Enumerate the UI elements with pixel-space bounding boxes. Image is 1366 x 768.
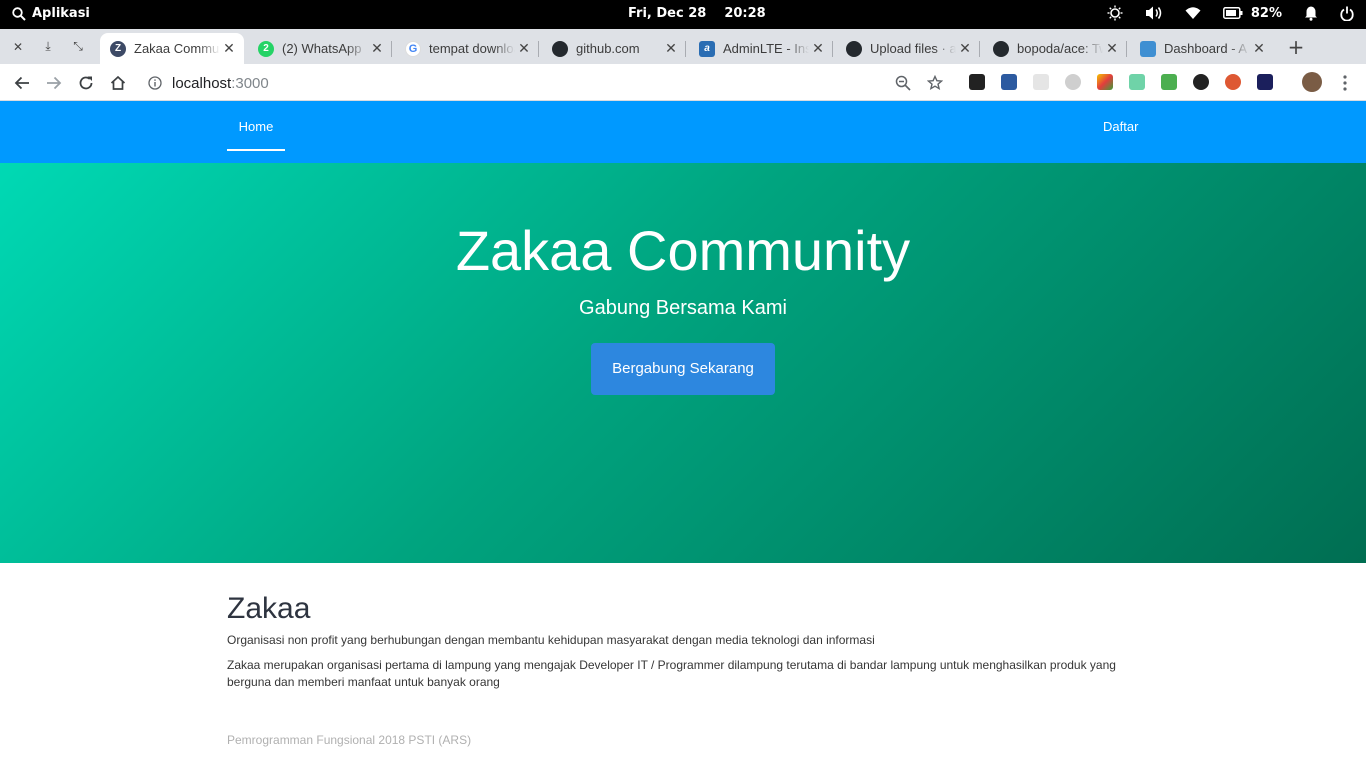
tab-close-icon[interactable]: ✕ xyxy=(956,40,974,57)
nav-home-link[interactable]: Home xyxy=(227,101,285,151)
join-now-button[interactable]: Bergabung Sekarang xyxy=(591,343,775,395)
browser-tab-google[interactable]: G tempat download ✕ xyxy=(395,33,539,64)
window-minimize-icon[interactable]: ⤓ xyxy=(33,29,63,64)
new-tab-button[interactable]: + xyxy=(1284,29,1308,64)
system-tray[interactable]: 82% xyxy=(1107,5,1354,21)
hero-subtitle: Gabung Bersama Kami xyxy=(579,297,787,319)
tab-close-icon[interactable]: ✕ xyxy=(515,40,533,57)
forward-arrow-icon xyxy=(47,76,62,90)
battery-percent: 82% xyxy=(1250,5,1282,21)
notification-bell-icon xyxy=(1305,6,1317,21)
extension-1-icon[interactable] xyxy=(969,74,985,90)
battery-icon xyxy=(1222,7,1243,19)
back-button[interactable] xyxy=(8,69,36,97)
url-port: :3000 xyxy=(231,74,269,92)
hero-section: Zakaa Community Gabung Bersama Kami Berg… xyxy=(0,163,1366,563)
night-light-icon xyxy=(1107,5,1123,21)
browser-tab-strip: ✕ ⤓ ⤡ Z Zakaa Community ✕ 2 (2) WhatsApp… xyxy=(0,29,1366,64)
wifi-icon xyxy=(1185,7,1201,19)
tab-title: Zakaa Community xyxy=(134,41,220,56)
github-favicon-icon xyxy=(846,40,862,57)
back-arrow-icon xyxy=(14,76,29,90)
browser-menu-button[interactable] xyxy=(1331,69,1359,97)
home-icon xyxy=(110,75,126,90)
battery-indicator: 82% xyxy=(1222,5,1282,21)
tab-title: bopoda/ace: Tw xyxy=(1017,41,1103,56)
tab-close-icon[interactable]: ✕ xyxy=(368,40,386,57)
tab-close-icon[interactable]: ✕ xyxy=(1250,40,1268,57)
about-paragraph-1: Organisasi non profit yang berhubungan d… xyxy=(227,633,875,647)
extension-5-icon[interactable] xyxy=(1097,74,1113,90)
window-close-icon[interactable]: ✕ xyxy=(3,29,33,64)
extension-2-icon[interactable] xyxy=(1001,74,1017,90)
tab-title: Dashboard - A xyxy=(1164,41,1248,56)
browser-tab-whatsapp[interactable]: 2 (2) WhatsApp ✕ xyxy=(248,33,392,64)
tab-title: (2) WhatsApp xyxy=(282,41,362,56)
tab-title: AdminLTE - Ins xyxy=(723,41,809,56)
forward-button[interactable] xyxy=(40,69,68,97)
tab-close-icon[interactable]: ✕ xyxy=(662,40,680,57)
clock[interactable]: Fri, Dec 28 20:28 xyxy=(628,6,766,21)
extension-8-icon[interactable] xyxy=(1193,74,1209,90)
volume-icon xyxy=(1145,6,1162,20)
reload-icon xyxy=(79,76,93,90)
site-navbar: Home Daftar xyxy=(0,101,1366,163)
browser-tab-upload-files[interactable]: Upload files · a ✕ xyxy=(836,33,980,64)
google-favicon-icon: G xyxy=(405,40,421,57)
tab-title: tempat download xyxy=(429,41,515,56)
home-button[interactable] xyxy=(104,69,132,97)
bookmark-button[interactable] xyxy=(921,69,949,97)
about-paragraph-2: Zakaa merupakan organisasi pertama di la… xyxy=(227,658,1116,689)
tab-close-icon[interactable]: ✕ xyxy=(809,40,827,57)
whatsapp-favicon-icon: 2 xyxy=(258,40,274,57)
kebab-menu-icon xyxy=(1343,75,1347,91)
about-heading: Zakaa xyxy=(227,592,311,625)
star-icon xyxy=(927,75,943,91)
site-info-icon[interactable] xyxy=(148,76,162,90)
zoom-out-icon xyxy=(895,75,911,91)
extension-7-icon[interactable] xyxy=(1161,74,1177,90)
address-bar[interactable]: localhost:3000 xyxy=(148,70,269,96)
tab-title: github.com xyxy=(576,41,640,56)
extension-4-icon[interactable] xyxy=(1065,74,1081,90)
browser-toolbar: localhost:3000 xyxy=(0,64,1366,101)
browser-tab-dashboard[interactable]: Dashboard - A ✕ xyxy=(1130,33,1274,64)
extension-9-icon[interactable] xyxy=(1225,74,1241,90)
zoom-button[interactable] xyxy=(889,69,917,97)
extension-3-icon[interactable] xyxy=(1033,74,1049,90)
browser-tab-zakaa[interactable]: Z Zakaa Community ✕ xyxy=(100,33,244,64)
activities-button[interactable]: Aplikasi xyxy=(12,6,90,21)
zakaa-favicon-icon: Z xyxy=(110,40,126,57)
tab-close-icon[interactable]: ✕ xyxy=(1103,40,1121,57)
browser-tab-github[interactable]: github.com ✕ xyxy=(542,33,686,64)
dashboard-favicon-icon xyxy=(1140,40,1156,57)
footer-text: Pemrogramman Fungsional 2018 PSTI (ARS) xyxy=(227,733,472,747)
power-icon xyxy=(1340,6,1354,21)
url-host: localhost xyxy=(172,74,232,92)
apps-label: Aplikasi xyxy=(32,6,90,21)
about-section: Zakaa Organisasi non profit yang berhubu… xyxy=(227,592,1147,699)
profile-avatar[interactable] xyxy=(1302,72,1322,92)
github-favicon-icon xyxy=(993,40,1009,57)
url-text: localhost:3000 xyxy=(172,75,269,92)
extension-6-icon[interactable] xyxy=(1129,74,1145,90)
browser-tab-adminlte[interactable]: a AdminLTE - Ins ✕ xyxy=(689,33,833,64)
system-top-bar: Aplikasi Fri, Dec 28 20:28 82% xyxy=(0,0,1366,29)
window-restore-icon[interactable]: ⤡ xyxy=(63,29,93,64)
reload-button[interactable] xyxy=(72,69,100,97)
browser-tab-bopoda-ace[interactable]: bopoda/ace: Tw ✕ xyxy=(983,33,1127,64)
clock-time: 20:28 xyxy=(724,6,766,21)
extension-10-icon[interactable] xyxy=(1257,74,1273,90)
clock-date: Fri, Dec 28 xyxy=(628,6,707,21)
search-icon xyxy=(12,6,26,21)
hero-title: Zakaa Community xyxy=(455,219,911,282)
adminlte-favicon-icon: a xyxy=(699,40,715,57)
tab-title: Upload files · a xyxy=(870,41,956,56)
nav-daftar-link[interactable]: Daftar xyxy=(1103,101,1138,151)
tab-close-icon[interactable]: ✕ xyxy=(220,40,238,57)
github-favicon-icon xyxy=(552,40,568,57)
